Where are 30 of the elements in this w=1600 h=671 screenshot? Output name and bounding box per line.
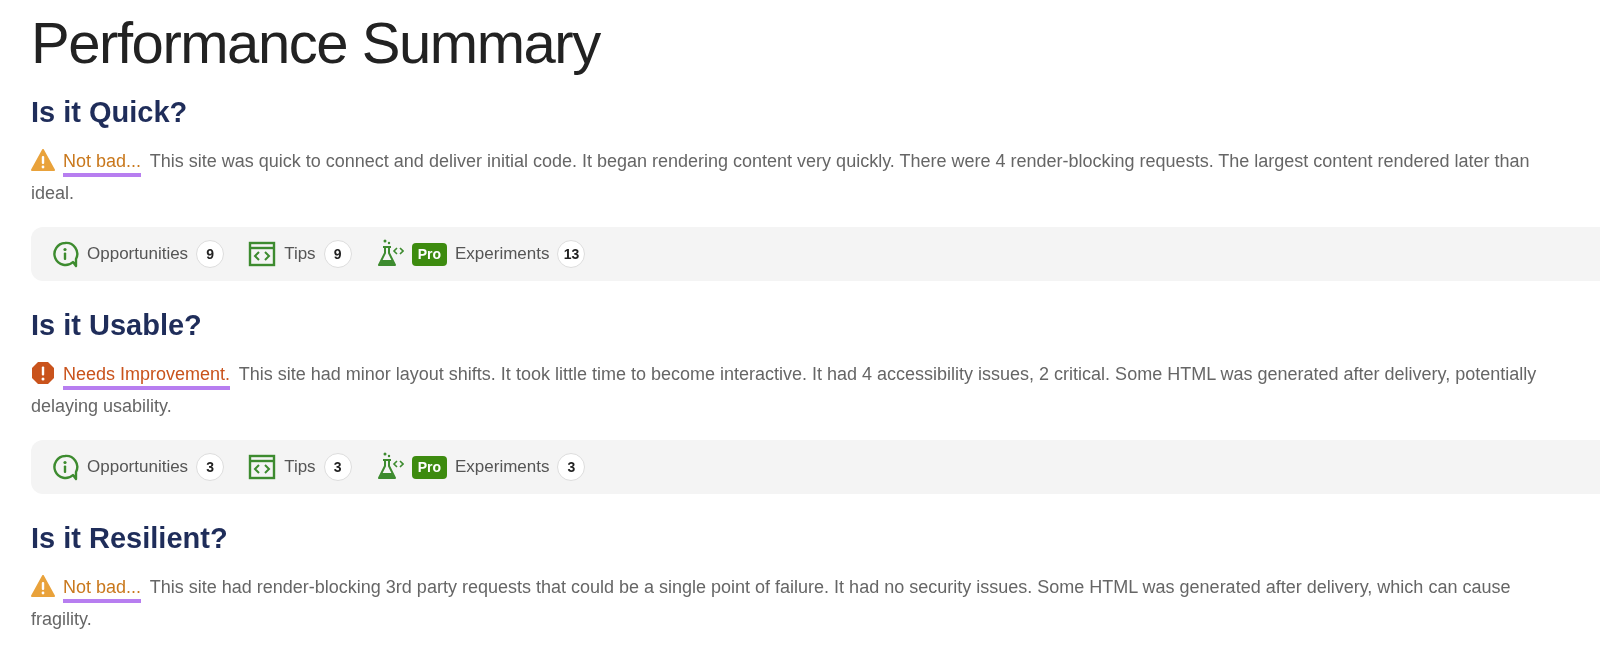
count-badge: 3	[196, 453, 225, 481]
section-heading: Is it Resilient?	[31, 524, 229, 553]
toolbar-label: Opportunities	[87, 456, 189, 479]
count-badge: 13	[557, 240, 586, 268]
toolbar-link[interactable]: Pro Experiments 3	[375, 451, 586, 483]
pro-badge: Pro	[411, 455, 447, 479]
count-badge: 3	[557, 453, 586, 481]
summary-text: Not bad... This site was quick to connect and deliver initial code. It began rendering content very quickly. There were 4 render-blocking requests. The largest content rendered later than ideal.	[31, 148, 1531, 205]
info-icon	[51, 240, 79, 268]
count-badge: 9	[323, 240, 352, 268]
info-icon	[51, 453, 79, 481]
summary-text: Not bad... This site had render-blocking 3rd party requests that could be a single point of failure. It had no security issues. Some HTML was generated after delivery, which can cause fragility.	[31, 574, 1512, 631]
toolbar-label: Opportunities	[87, 243, 189, 266]
toolbar-label: Tips	[284, 243, 316, 266]
count-badge: 3	[323, 453, 352, 481]
summary-text: Needs Improvement. This site had minor layout shifts. It took little time to become interactive. It had 4 accessibility issues, 2 critical. Some HTML was generated after delivery, potentially delaying usability.	[31, 358, 1600, 422]
count-badge: 9	[196, 240, 225, 268]
toolbar-label: Tips	[284, 456, 316, 479]
toolbar-link[interactable]: Tips 3	[248, 453, 352, 481]
toolbar-link[interactable]: Opportunities 3	[51, 453, 225, 481]
code-window-icon	[248, 454, 277, 480]
toolbar-link[interactable]: Opportunities 9	[51, 240, 225, 268]
toolbar-label: Experiments	[454, 456, 550, 479]
section-heading: Is it Quick?	[31, 98, 189, 127]
section-heading: Is it Usable?	[31, 311, 203, 340]
toolbar-label: Experiments	[454, 243, 550, 266]
toolbar-link[interactable]: Pro Experiments 13	[375, 238, 586, 270]
toolbar-link[interactable]: Tips 9	[248, 240, 352, 268]
code-window-icon	[248, 241, 277, 267]
pro-badge: Pro	[411, 242, 447, 266]
